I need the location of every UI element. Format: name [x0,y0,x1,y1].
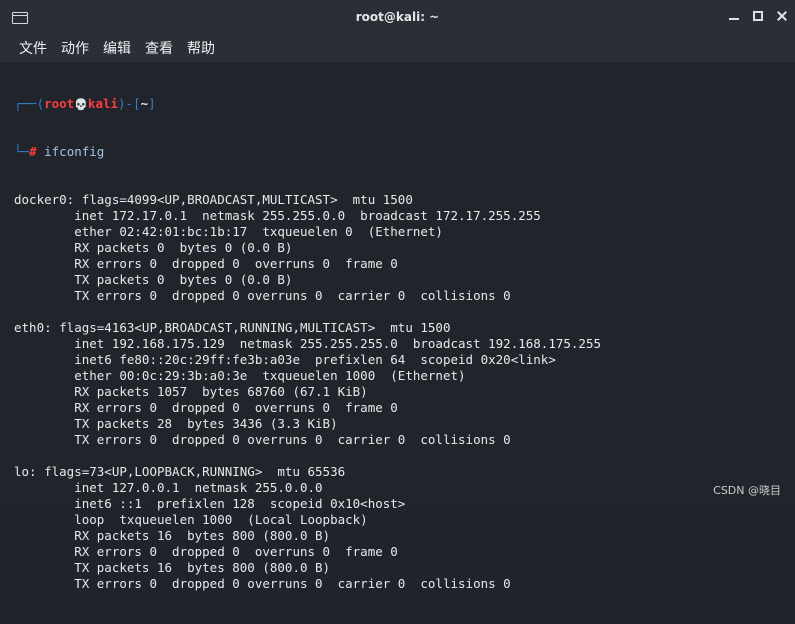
output-line: RX errors 0 dropped 0 overruns 0 frame 0 [14,544,398,559]
prompt-symbol: # [29,144,37,159]
prompt-line-1: ┌──(root💀kali)-[~] [14,96,795,112]
output-line: inet 172.17.0.1 netmask 255.255.0.0 broa… [14,208,541,223]
output-line: TX packets 28 bytes 3436 (3.3 KiB) [14,416,338,431]
terminal-output-area[interactable]: ┌──(root💀kali)-[~] └─# ifconfig docker0:… [0,62,795,591]
menu-file[interactable]: 文件 [19,38,47,58]
menu-actions[interactable]: 动作 [61,38,89,58]
close-icon[interactable] [777,11,787,21]
output-line: lo: flags=73<UP,LOOPBACK,RUNNING> mtu 65… [14,464,346,479]
output-line: inet 127.0.0.1 netmask 255.0.0.0 [14,480,323,495]
minimize-icon[interactable] [729,11,739,21]
terminal-window: root@kali: ~ 文件 动作 编辑 查看 帮助 ┌──(root💀kal… [0,0,795,591]
prompt-corner-bottom: └─ [14,144,30,159]
output-line: TX packets 16 bytes 800 (800.0 B) [14,560,331,575]
output-line: TX errors 0 dropped 0 overruns 0 carrier… [14,432,511,447]
menu-view[interactable]: 查看 [145,38,173,58]
title-bar[interactable]: root@kali: ~ [0,0,795,34]
window-title: root@kali: ~ [355,10,440,24]
output-line: ether 00:0c:29:3b:a0:3e txqueuelen 1000 … [14,368,466,383]
output-line: RX packets 1057 bytes 68760 (67.1 KiB) [14,384,368,399]
output-line: RX packets 16 bytes 800 (800.0 B) [14,528,331,543]
output-line: inet6 ::1 prefixlen 128 scopeid 0x10<hos… [14,496,406,511]
output-line: eth0: flags=4163<UP,BROADCAST,RUNNING,MU… [14,320,451,335]
output-line: ether 02:42:01:bc:1b:17 txqueuelen 0 (Et… [14,224,443,239]
watermark: CSDN @晓目 [713,484,781,497]
prompt-line-2: └─# ifconfig [14,144,795,160]
command-text: ifconfig [44,144,105,159]
prompt-bracket-end: ] [148,96,156,111]
maximize-icon[interactable] [753,11,763,21]
output-line: TX errors 0 dropped 0 overruns 0 carrier… [14,576,511,591]
output-line: RX packets 0 bytes 0 (0.0 B) [14,240,293,255]
prompt-user: root [44,96,75,111]
terminal-app-icon[interactable] [12,12,28,24]
prompt-corner: ┌──( [14,96,45,111]
output-line: RX errors 0 dropped 0 overruns 0 frame 0 [14,400,398,415]
output-line: inet 192.168.175.129 netmask 255.255.255… [14,336,601,351]
menu-help[interactable]: 帮助 [187,38,215,58]
prompt-host: kali [87,96,119,111]
output-line: inet6 fe80::20c:29ff:fe3b:a03e prefixlen… [14,352,556,367]
output-line: TX packets 0 bytes 0 (0.0 B) [14,272,293,287]
prompt-separator: )-[ [118,96,141,111]
output-line: loop txqueuelen 1000 (Local Loopback) [14,512,368,527]
command-output: docker0: flags=4099<UP,BROADCAST,MULTICA… [14,192,795,592]
output-line: TX errors 0 dropped 0 overruns 0 carrier… [14,288,511,303]
window-controls [729,11,787,21]
skull-icon: 💀 [74,98,88,111]
menu-bar: 文件 动作 编辑 查看 帮助 [0,34,795,62]
menu-edit[interactable]: 编辑 [103,38,131,58]
output-line: docker0: flags=4099<UP,BROADCAST,MULTICA… [14,192,413,207]
prompt-directory: ~ [140,96,149,111]
output-line: RX errors 0 dropped 0 overruns 0 frame 0 [14,256,398,271]
